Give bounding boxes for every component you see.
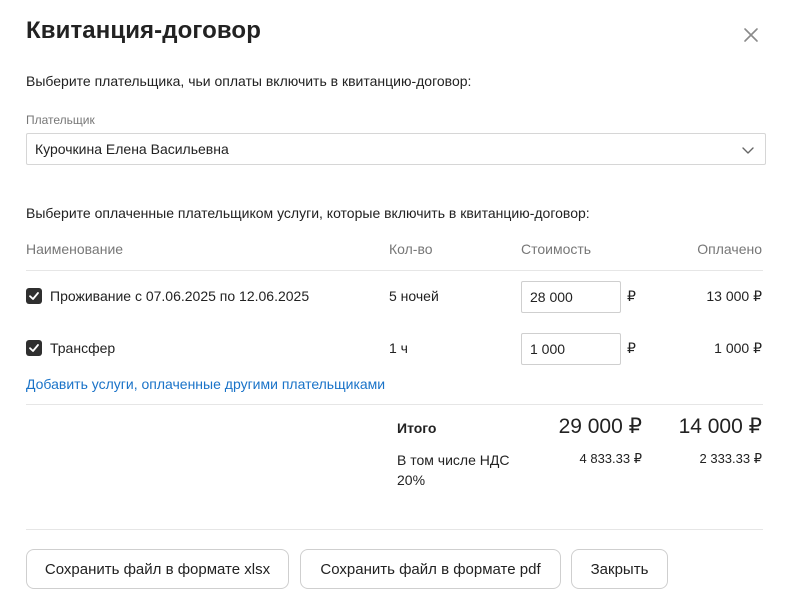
service-qty: 5 ночей [389,288,439,304]
service-cost-input[interactable] [521,333,621,365]
check-icon [29,292,39,300]
service-paid: 13 000 ₽ [706,288,762,304]
service-name: Проживание с 07.06.2025 по 12.06.2025 [50,288,310,304]
vat-label: В том числе НДС 20% [397,452,510,488]
table-row: Проживание с 07.06.2025 по 12.06.2025 5 … [0,281,786,313]
payer-select-value: Курочкина Елена Васильевна [35,141,229,157]
payer-select[interactable]: Курочкина Елена Васильевна [26,133,766,165]
close-icon[interactable] [740,24,762,46]
currency-sign: ₽ [627,340,636,356]
service-cost-input[interactable] [521,281,621,313]
column-header-qty: Кол-во [389,241,433,257]
add-services-link[interactable]: Добавить услуги, оплаченные другими плат… [26,376,385,392]
dialog-title: Квитанция-договор [26,17,261,44]
payer-prompt: Выберите плательщика, чьи оплаты включит… [26,73,472,89]
total-cost: 29 000 ₽ [558,415,642,438]
service-name: Трансфер [50,340,116,356]
chevron-down-icon [741,143,755,157]
vat-cost: 4 833.33 ₽ [579,451,643,466]
header-divider [26,270,763,271]
check-icon [29,344,39,352]
currency-sign: ₽ [627,288,636,304]
footer-divider [26,529,763,530]
total-label: Итого [397,420,437,436]
payer-field-label: Плательщик [26,113,95,127]
save-pdf-button[interactable]: Сохранить файл в формате pdf [300,549,561,589]
column-header-paid: Оплачено [697,241,762,257]
table-row: Трансфер 1 ч ₽ 1 000 ₽ [0,333,786,365]
column-header-name: Наименование [26,241,124,257]
row-checkbox[interactable] [26,340,42,356]
row-checkbox[interactable] [26,288,42,304]
total-paid: 14 000 ₽ [678,415,762,438]
vat-paid: 2 333.33 ₽ [699,451,763,466]
service-qty: 1 ч [389,340,408,356]
services-prompt: Выберите оплаченные плательщиком услуги,… [26,205,590,221]
service-paid: 1 000 ₽ [714,340,762,356]
column-header-cost: Стоимость [521,241,592,257]
summary-divider [26,404,763,405]
save-xlsx-button[interactable]: Сохранить файл в формате xlsx [26,549,289,589]
close-button[interactable]: Закрыть [571,549,668,589]
